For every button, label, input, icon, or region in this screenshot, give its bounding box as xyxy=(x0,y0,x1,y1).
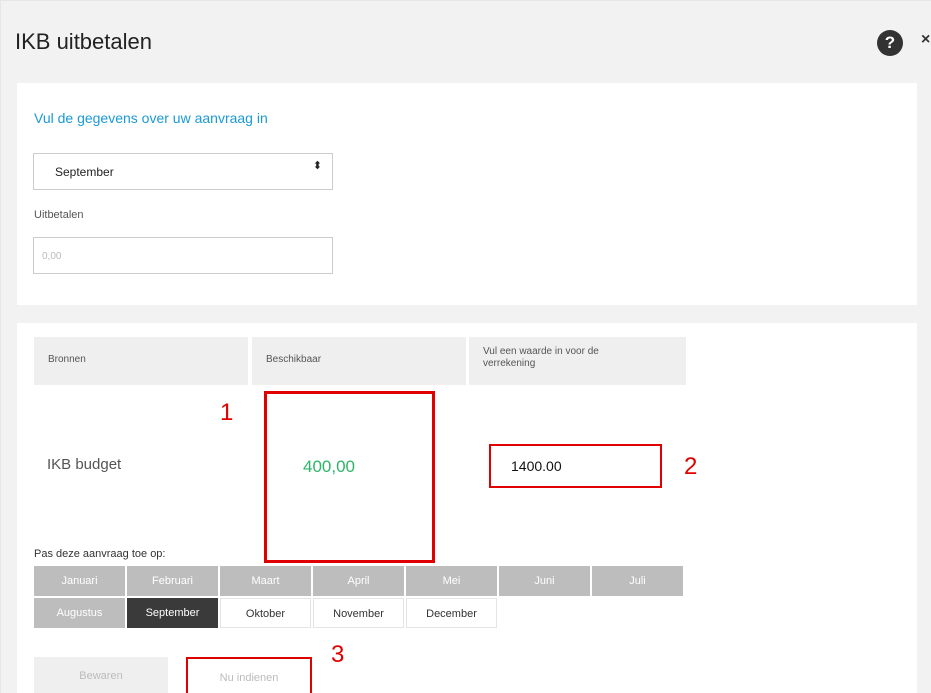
submit-button[interactable]: Nu indienen xyxy=(186,657,312,693)
header-available: Beschikbaar xyxy=(252,337,466,385)
save-button[interactable]: Bewaren xyxy=(34,657,168,693)
annotation-number-1: 1 xyxy=(220,399,234,426)
month-juni: Juni xyxy=(499,566,590,596)
month-november[interactable]: November xyxy=(313,598,404,628)
month-augustus: Augustus xyxy=(34,598,125,628)
modal-header: IKB uitbetalen ? × xyxy=(1,1,931,73)
annotation-number-2: 2 xyxy=(684,453,698,480)
month-juli: Juli xyxy=(592,566,683,596)
modal-title: IKB uitbetalen xyxy=(15,29,152,54)
month-april: April xyxy=(313,566,404,596)
payout-input[interactable]: 0,00 xyxy=(33,237,333,274)
month-december[interactable]: December xyxy=(406,598,497,628)
source-label: IKB budget xyxy=(47,456,122,473)
select-arrows-icon: ⬍ xyxy=(312,160,322,172)
section-heading: Vul de gegevens over uw aanvraag in xyxy=(34,110,268,126)
settlement-input[interactable]: 1400.00 xyxy=(489,444,662,488)
payout-placeholder: 0,00 xyxy=(42,251,62,262)
header-sources: Bronnen xyxy=(34,337,248,385)
ikb-payout-modal: IKB uitbetalen ? × Vul de gegevens over … xyxy=(0,0,931,693)
month-select[interactable]: September ⬍ xyxy=(33,153,333,190)
month-maart: Maart xyxy=(220,566,311,596)
month-mei: Mei xyxy=(406,566,497,596)
payout-label: Uitbetalen xyxy=(34,209,84,221)
request-details-panel: Vul de gegevens over uw aanvraag in Sept… xyxy=(17,83,917,305)
month-select-value: September xyxy=(55,165,114,179)
annotation-number-3: 3 xyxy=(331,641,345,668)
month-september[interactable]: September xyxy=(127,598,218,628)
apply-label: Pas deze aanvraag toe op: xyxy=(34,548,166,560)
month-januari: Januari xyxy=(34,566,125,596)
close-icon[interactable]: × xyxy=(921,31,930,49)
month-oktober[interactable]: Oktober xyxy=(220,598,311,628)
sources-panel: Bronnen Beschikbaar Vul een waarde in vo… xyxy=(17,323,917,693)
help-icon[interactable]: ? xyxy=(877,30,903,56)
settlement-value: 1400.00 xyxy=(511,458,562,474)
header-settlement: Vul een waarde in voor de verrekening xyxy=(469,337,686,385)
annotation-box-1 xyxy=(264,391,435,563)
month-februari: Februari xyxy=(127,566,218,596)
